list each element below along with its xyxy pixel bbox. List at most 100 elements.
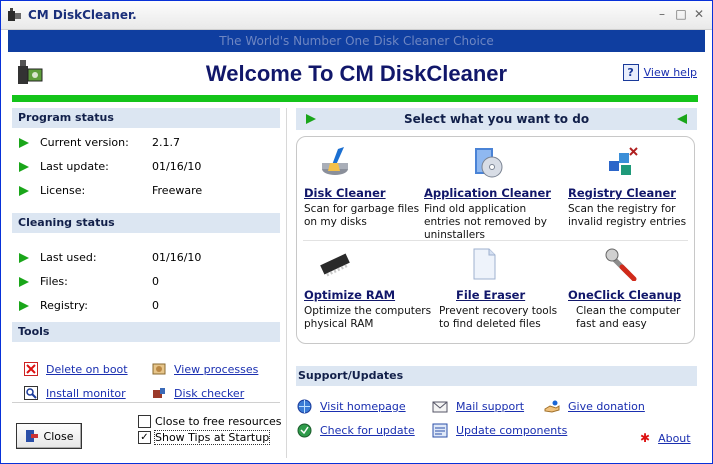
page-title: Welcome To CM DiskCleaner [205, 61, 508, 86]
select-task-heading: Select what you want to do [403, 112, 590, 126]
left-panel: Program status Current version: 2.1.7 Las… [12, 108, 280, 458]
files-value: 0 [152, 275, 159, 288]
task-title[interactable]: Disk Cleaner [304, 186, 434, 200]
task-desc: Scan the registry for invalid registry e… [568, 203, 687, 228]
view-processes-link[interactable]: View processes [152, 362, 258, 376]
checkbox-box-checked[interactable]: ✓ [138, 431, 151, 444]
status-row-files: Files: 0 [12, 270, 280, 294]
task-desc: Optimize the computers physical RAM [304, 305, 432, 330]
task-file-eraser[interactable]: File Eraser Prevent recovery tools to fi… [439, 247, 569, 331]
task-desc: Scan for garbage files on my disks [304, 203, 420, 228]
arrow-icon [19, 253, 29, 263]
close-button[interactable]: Close [16, 423, 82, 449]
app-icon [8, 8, 21, 21]
install-monitor-link[interactable]: Install monitor [24, 386, 126, 400]
task-desc: Clean the computer fast and easy [576, 305, 681, 330]
accent-bar [12, 95, 698, 102]
mail-support-link[interactable]: Mail support [432, 399, 524, 414]
status-row-registry: Registry: 0 [12, 294, 280, 318]
arrow-icon [19, 138, 29, 148]
arrow-icon [19, 301, 29, 311]
globe-icon [297, 399, 312, 414]
close-to-free-label: Close to free resources [155, 415, 282, 428]
task-title[interactable]: Optimize RAM [304, 288, 434, 302]
delete-on-boot-label[interactable]: Delete on boot [46, 363, 128, 376]
close-button-label: Close [43, 429, 74, 443]
status-row-version: Current version: 2.1.7 [12, 131, 280, 155]
select-task-bar: Select what you want to do [296, 108, 697, 130]
update-components-label[interactable]: Update components [456, 424, 567, 437]
exit-icon [25, 430, 38, 442]
arrow-icon [19, 277, 29, 287]
task-registry-cleaner[interactable]: Registry Cleaner Scan the registry for i… [568, 145, 698, 229]
status-row-last-update: Last update: 01/16/10 [12, 155, 280, 179]
disk-checker-label[interactable]: Disk checker [174, 387, 244, 400]
task-oneclick-cleanup[interactable]: OneClick Cleanup Clean the computer fast… [568, 247, 698, 331]
window-title: CM DiskCleaner. [28, 8, 137, 22]
tools-heading: Tools [12, 322, 280, 342]
task-title[interactable]: OneClick Cleanup [568, 288, 698, 302]
last-update-label: Last update: [40, 160, 109, 173]
asterisk-icon: ✱ [640, 431, 651, 445]
registry-cubes-icon [609, 147, 638, 175]
task-disk-cleaner[interactable]: Disk Cleaner Scan for garbage files on m… [304, 145, 434, 229]
about-link[interactable]: ✱ About [640, 431, 691, 445]
panel-divider [286, 108, 287, 458]
minimize-button[interactable]: – [655, 7, 669, 21]
license-label: License: [40, 184, 86, 197]
tagline-banner: The World's Number One Disk Cleaner Choi… [8, 30, 705, 52]
tools-section: Delete on boot View processes Install mo… [12, 342, 280, 418]
license-value: Freeware [152, 184, 203, 197]
title-bar[interactable]: CM DiskCleaner. – □ ✕ [1, 1, 712, 30]
view-help-label[interactable]: View help [644, 66, 697, 79]
status-row-last-used: Last used: 01/16/10 [12, 246, 280, 270]
monitor-search-icon [24, 386, 38, 400]
application-cd-icon [475, 148, 503, 178]
disk-checker-link[interactable]: Disk checker [152, 386, 244, 400]
version-value: 2.1.7 [152, 136, 180, 149]
arrow-icon [19, 186, 29, 196]
show-tips-label: Show Tips at Startup [153, 430, 271, 445]
last-used-label: Last used: [40, 251, 97, 264]
right-panel: Select what you want to do [296, 108, 697, 130]
visit-homepage-link[interactable]: Visit homepage [297, 399, 406, 414]
task-desc: Find old application entries not removed… [424, 203, 548, 241]
task-title[interactable]: Registry Cleaner [568, 186, 698, 200]
maximize-button[interactable]: □ [674, 7, 688, 21]
update-components-link[interactable]: Update components [432, 423, 567, 438]
task-optimize-ram[interactable]: Optimize RAM Optimize the computers phys… [304, 247, 434, 331]
components-icon [432, 423, 448, 438]
close-window-button[interactable]: ✕ [692, 7, 706, 21]
view-processes-label[interactable]: View processes [174, 363, 258, 376]
disk-checker-icon [153, 388, 165, 398]
view-help-link[interactable]: ? View help [622, 64, 697, 81]
delete-on-boot-link[interactable]: Delete on boot [24, 362, 128, 376]
show-tips-checkbox[interactable]: ✓ Show Tips at Startup [138, 430, 271, 445]
about-label[interactable]: About [658, 432, 691, 445]
checkbox-box[interactable] [138, 415, 151, 428]
mail-icon [432, 401, 448, 413]
give-donation-link[interactable]: Give donation [544, 399, 645, 414]
last-used-value: 01/16/10 [152, 251, 202, 264]
give-donation-label[interactable]: Give donation [568, 400, 645, 413]
files-label: Files: [40, 275, 68, 288]
update-globe-icon [297, 423, 312, 438]
task-title[interactable]: File Eraser [456, 288, 569, 302]
check-update-label[interactable]: Check for update [320, 424, 415, 437]
close-to-free-checkbox[interactable]: Close to free resources [138, 415, 282, 428]
arrow-left-icon [677, 114, 687, 124]
delete-icon [24, 362, 38, 376]
help-icon: ? [622, 64, 639, 81]
task-application-cleaner[interactable]: Application Cleaner Find old application… [424, 145, 554, 242]
mail-support-label[interactable]: Mail support [456, 400, 524, 413]
task-title[interactable]: Application Cleaner [424, 186, 554, 200]
check-update-link[interactable]: Check for update [297, 423, 415, 438]
registry-label: Registry: [40, 299, 88, 312]
install-monitor-label[interactable]: Install monitor [46, 387, 126, 400]
program-status-heading: Program status [12, 108, 280, 128]
task-desc: Prevent recovery tools to find deleted f… [439, 305, 558, 330]
last-update-value: 01/16/10 [152, 160, 202, 173]
visit-homepage-label[interactable]: Visit homepage [320, 400, 406, 413]
task-grid: Disk Cleaner Scan for garbage files on m… [296, 136, 695, 344]
header: Welcome To CM DiskCleaner ? View help [8, 53, 705, 95]
